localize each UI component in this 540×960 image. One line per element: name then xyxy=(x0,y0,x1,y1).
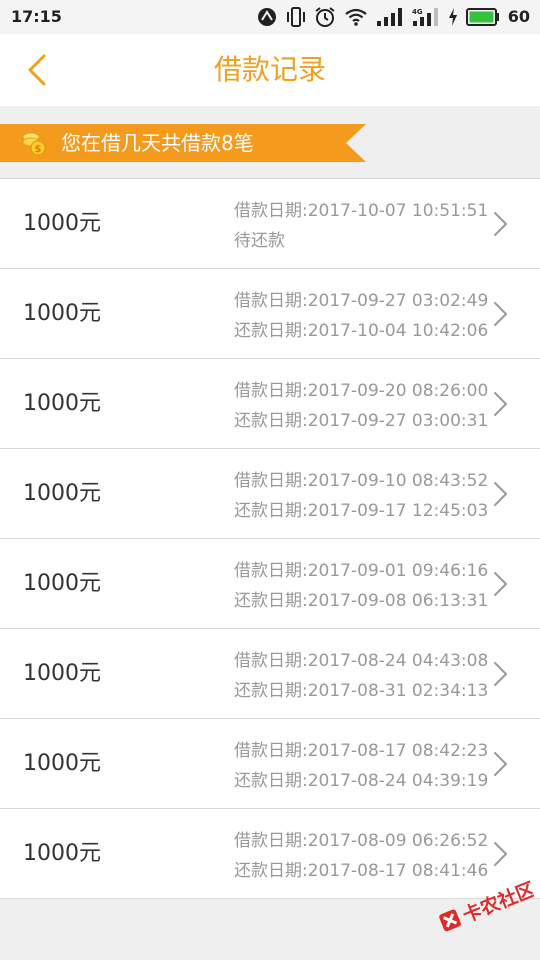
record-dates: 借款日期:2017-10-07 10:51:51 待还款 xyxy=(234,196,489,256)
page-title: 借款记录 xyxy=(213,53,326,86)
record-amount: 1000元 xyxy=(23,571,101,596)
chevron-right-icon xyxy=(494,842,507,866)
status-icons: 4G 60 xyxy=(256,5,530,29)
record-row[interactable]: 1000元 借款日期:2017-09-20 08:26:00 还款日期:2017… xyxy=(0,359,540,449)
loan-date: 借款日期:2017-10-07 10:51:51 xyxy=(234,201,489,221)
repay-date: 还款日期:2017-09-27 03:00:31 xyxy=(234,411,489,431)
charging-icon xyxy=(448,8,457,26)
record-amount: 1000元 xyxy=(23,751,101,776)
loan-date: 借款日期:2017-09-10 08:43:52 xyxy=(234,471,489,491)
chevron-right-icon xyxy=(494,392,507,416)
vibrate-icon xyxy=(286,7,305,27)
svg-text:$: $ xyxy=(35,144,42,155)
alarm-icon xyxy=(315,7,335,27)
repay-date: 还款日期:2017-09-08 06:13:31 xyxy=(234,591,489,611)
battery-level: 60 xyxy=(507,7,530,26)
signal-tracker-icon xyxy=(257,8,276,26)
chevron-right-icon xyxy=(494,572,507,596)
record-row[interactable]: 1000元 借款日期:2017-09-01 09:46:16 还款日期:2017… xyxy=(0,539,540,629)
loan-date: 借款日期:2017-09-20 08:26:00 xyxy=(234,381,489,401)
repay-date: 还款日期:2017-10-04 10:42:06 xyxy=(234,321,489,341)
record-dates: 借款日期:2017-08-17 08:42:23 还款日期:2017-08-24… xyxy=(234,736,489,796)
repay-date: 还款日期:2017-08-31 02:34:13 xyxy=(234,681,489,701)
back-button[interactable] xyxy=(18,48,58,92)
record-row[interactable]: 1000元 借款日期:2017-09-27 03:02:49 还款日期:2017… xyxy=(0,269,540,359)
record-dates: 借款日期:2017-08-24 04:43:08 还款日期:2017-08-31… xyxy=(234,646,489,706)
nav-bar: 借款记录 xyxy=(0,34,540,106)
record-dates: 借款日期:2017-09-10 08:43:52 还款日期:2017-09-17… xyxy=(234,466,489,526)
chevron-right-icon xyxy=(494,482,507,506)
loan-date: 借款日期:2017-08-17 08:42:23 xyxy=(234,741,489,761)
record-row[interactable]: 1000元 借款日期:2017-10-07 10:51:51 待还款 xyxy=(0,179,540,269)
loan-date: 借款日期:2017-09-27 03:02:49 xyxy=(234,291,489,311)
record-dates: 借款日期:2017-09-01 09:46:16 还款日期:2017-09-08… xyxy=(234,556,489,616)
status-time: 17:15 xyxy=(11,7,62,26)
repay-status: 待还款 xyxy=(234,231,285,251)
cell-signal-4g-icon: 4G xyxy=(412,8,438,26)
record-dates: 借款日期:2017-09-20 08:26:00 还款日期:2017-09-27… xyxy=(234,376,489,436)
record-amount: 1000元 xyxy=(23,481,101,506)
loan-date: 借款日期:2017-08-24 04:43:08 xyxy=(234,651,489,671)
battery-icon xyxy=(465,8,499,26)
loan-date: 借款日期:2017-08-09 06:26:52 xyxy=(234,831,489,851)
record-amount: 1000元 xyxy=(23,841,101,866)
record-amount: 1000元 xyxy=(23,301,101,326)
record-amount: 1000元 xyxy=(23,661,101,686)
record-amount: 1000元 xyxy=(23,391,101,416)
wifi-icon xyxy=(345,8,367,26)
watermark-text: 卡农社区 xyxy=(459,878,534,927)
record-dates: 借款日期:2017-08-09 06:26:52 还款日期:2017-08-17… xyxy=(234,826,489,886)
summary-banner: $ 您在借几天共借款8笔 xyxy=(0,124,366,162)
chevron-right-icon xyxy=(494,662,507,686)
coins-icon: $ xyxy=(22,132,46,156)
record-amount: 1000元 xyxy=(23,211,101,236)
cell-signal-icon xyxy=(376,8,402,26)
svg-text:4G: 4G xyxy=(412,8,423,16)
chevron-left-icon xyxy=(28,54,46,86)
record-row[interactable]: 1000元 借款日期:2017-08-17 08:42:23 还款日期:2017… xyxy=(0,719,540,809)
watermark-logo: 卡农社区 xyxy=(439,878,534,932)
loan-date: 借款日期:2017-09-01 09:46:16 xyxy=(234,561,489,581)
record-row[interactable]: 1000元 借款日期:2017-09-10 08:43:52 还款日期:2017… xyxy=(0,449,540,539)
chevron-right-icon xyxy=(494,302,507,326)
status-bar: 17:15 4G 60 xyxy=(0,0,540,34)
repay-date: 还款日期:2017-09-17 12:45:03 xyxy=(234,501,489,521)
record-row[interactable]: 1000元 借款日期:2017-08-24 04:43:08 还款日期:2017… xyxy=(0,629,540,719)
repay-date: 还款日期:2017-08-24 04:39:19 xyxy=(234,771,489,791)
chevron-right-icon xyxy=(494,752,507,776)
record-list: 1000元 借款日期:2017-10-07 10:51:51 待还款 1000元… xyxy=(0,178,540,899)
record-dates: 借款日期:2017-09-27 03:02:49 还款日期:2017-10-04… xyxy=(234,286,489,346)
chevron-right-icon xyxy=(494,212,507,236)
summary-text: 您在借几天共借款8笔 xyxy=(61,131,254,155)
